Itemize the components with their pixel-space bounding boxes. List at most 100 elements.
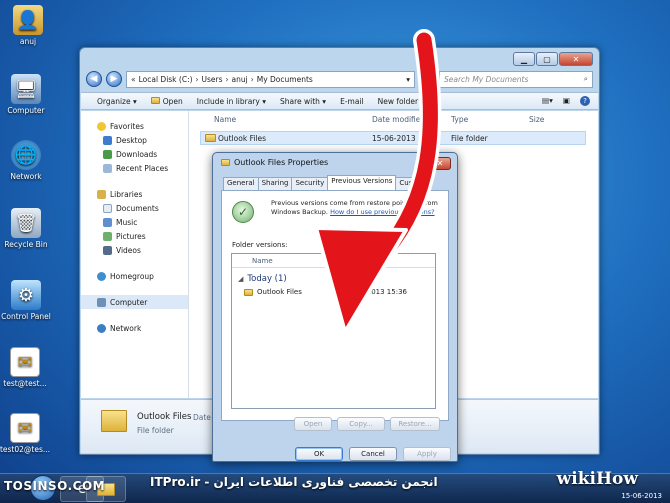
desktop-icon-computer[interactable]: 🖥 Computer [0, 74, 54, 115]
restore-version-button[interactable]: Restore... [390, 417, 440, 431]
nav-libraries[interactable]: Libraries [81, 187, 188, 201]
nav-downloads[interactable]: Downloads [81, 147, 188, 161]
folder-versions-list[interactable]: Name ◢ Today (1) Outlook Files 15-06-201… [231, 253, 436, 409]
desktop-icon-network[interactable]: 🌐 Network [0, 140, 54, 181]
command-bar: Organize ▾ Open Include in library ▾ Sha… [81, 92, 598, 110]
column-header-name[interactable]: Name [214, 115, 236, 127]
breadcrumb-local-disk[interactable]: Local Disk (C:) [139, 75, 193, 84]
nav-recent-places[interactable]: Recent Places [81, 161, 188, 175]
file-type: File folder [451, 133, 488, 143]
nav-music[interactable]: Music [81, 215, 188, 229]
share-with-button[interactable]: Share with ▾ [280, 97, 326, 106]
breadcrumb-anuj[interactable]: anuj [232, 75, 248, 84]
tab-previous-versions[interactable]: Previous Versions [327, 175, 397, 190]
minimize-button[interactable]: ▁ [513, 52, 535, 66]
preview-pane-icon[interactable]: ▣ [563, 96, 570, 106]
apply-button[interactable]: Apply [403, 447, 451, 461]
nav-label: Homegroup [110, 271, 154, 281]
dialog-title: Outlook Files Properties [234, 158, 329, 167]
refresh-button[interactable]: ⟳ [419, 71, 435, 87]
properties-dialog: Outlook Files Properties ✕ General Shari… [212, 152, 458, 462]
nav-favorites[interactable]: Favorites [81, 119, 188, 133]
help-icon[interactable]: ? [580, 96, 590, 106]
nav-label: Network [110, 323, 142, 333]
breadcrumb-separator: › [225, 74, 229, 84]
breadcrumb-separator: › [250, 74, 254, 84]
nav-label: Libraries [110, 189, 143, 199]
open-label: Open [162, 96, 183, 106]
computer-icon: 🖥 [11, 74, 41, 104]
version-name: Outlook Files [257, 288, 302, 296]
organize-button[interactable]: Organize ▾ [97, 97, 137, 106]
dialog-close-button[interactable]: ✕ [429, 157, 451, 170]
forward-button[interactable]: ▶ [106, 71, 122, 87]
column-header-size[interactable]: Size [529, 115, 544, 127]
column-header-type[interactable]: Type [451, 115, 468, 127]
include-in-library-button[interactable]: Include in library ▾ [197, 97, 266, 106]
nav-label: Videos [116, 245, 141, 255]
back-button[interactable]: ◀ [86, 71, 102, 87]
recent-places-icon [103, 163, 112, 173]
previous-versions-panel: ✓ Previous versions come from restore po… [221, 190, 449, 431]
desktop-icon-test02[interactable]: ✉ test02@tes... [0, 413, 53, 454]
help-link[interactable]: How do I use previous versions? [330, 208, 434, 216]
nav-pictures[interactable]: Pictures [81, 229, 188, 243]
column-header-date[interactable]: Date modifie [372, 115, 420, 127]
tab-security[interactable]: Security [291, 177, 329, 190]
nav-homegroup[interactable]: Homegroup [81, 269, 188, 283]
address-bar[interactable]: « Local Disk (C:) › Users › anuj › My Do… [126, 70, 415, 88]
desktop-icon-test[interactable]: ✉ test@test... [0, 347, 53, 388]
folder-icon [205, 134, 216, 142]
restore-clock-icon: ✓ [232, 201, 254, 223]
nav-network[interactable]: Network [81, 321, 188, 335]
list-header-name[interactable]: Name [232, 254, 435, 268]
tab-sharing[interactable]: Sharing [257, 177, 293, 190]
breadcrumb-users[interactable]: Users [202, 75, 223, 84]
search-input[interactable]: Search My Documents ⌕ [439, 70, 593, 88]
group-today[interactable]: ◢ Today (1) [232, 274, 435, 284]
previous-versions-description: Previous versions come from restore poin… [271, 199, 441, 217]
collapse-triangle-icon[interactable]: ◢ [238, 275, 243, 283]
nav-documents[interactable]: Documents [81, 201, 188, 215]
email-button[interactable]: E-mail [340, 97, 364, 106]
address-dropdown-icon[interactable]: ▾ [406, 75, 414, 84]
nav-desktop[interactable]: Desktop [81, 133, 188, 147]
version-date: 15-06-2013 15:36 [343, 288, 407, 296]
desktop-icon-label: Computer [7, 106, 45, 115]
control-panel-icon: ⚙ [11, 280, 41, 310]
nav-label: Recent Places [116, 163, 169, 173]
desktop-icon-anuj[interactable]: 👤 anuj [0, 5, 56, 46]
tab-customize[interactable]: Custo [395, 177, 424, 190]
copy-version-button[interactable]: Copy... [337, 417, 385, 431]
view-controls: ▤▾ ▣ ? [542, 96, 598, 106]
version-row[interactable]: Outlook Files 15-06-2013 15:36 [232, 288, 435, 296]
open-button[interactable]: Open [150, 96, 183, 106]
close-button[interactable]: ✕ [559, 52, 593, 66]
watermark-itpro: ITPro.ir - انجمن تخصصی فناوری اطلاعات ای… [150, 475, 438, 489]
tab-general[interactable]: General [223, 177, 259, 190]
desktop-icon-recycle-bin[interactable]: 🗑 Recycle Bin [0, 208, 54, 249]
ok-button[interactable]: OK [295, 447, 343, 461]
cancel-button[interactable]: Cancel [349, 447, 397, 461]
file-row-outlook-files[interactable]: Outlook Files 15-06-2013 File folder [200, 131, 586, 145]
search-placeholder: Search My Documents [444, 74, 529, 84]
nav-videos[interactable]: Videos [81, 243, 188, 257]
folder-large-icon [101, 410, 127, 432]
music-icon [103, 217, 112, 227]
desktop-icon-label: Control Panel [1, 312, 51, 321]
document-icon: ✉ [10, 413, 40, 443]
nav-label: Computer [110, 297, 148, 307]
breadcrumb-my-documents[interactable]: My Documents [257, 75, 313, 84]
view-options-icon[interactable]: ▤▾ [542, 96, 553, 106]
desktop-icon-control-panel[interactable]: ⚙ Control Panel [0, 280, 54, 321]
maximize-button[interactable]: ▢ [536, 52, 558, 66]
new-folder-button[interactable]: New folder [378, 97, 419, 106]
folder-versions-label: Folder versions: [232, 241, 288, 249]
downloads-icon [103, 149, 112, 159]
open-version-button[interactable]: Open [294, 417, 332, 431]
desktop-icon-label: test02@tes... [0, 445, 51, 454]
desktop-icon-label: test@test... [3, 379, 47, 388]
nav-computer[interactable]: Computer [81, 295, 188, 309]
pictures-icon [103, 231, 112, 241]
wikihow-logo: wikiHow [556, 469, 638, 489]
